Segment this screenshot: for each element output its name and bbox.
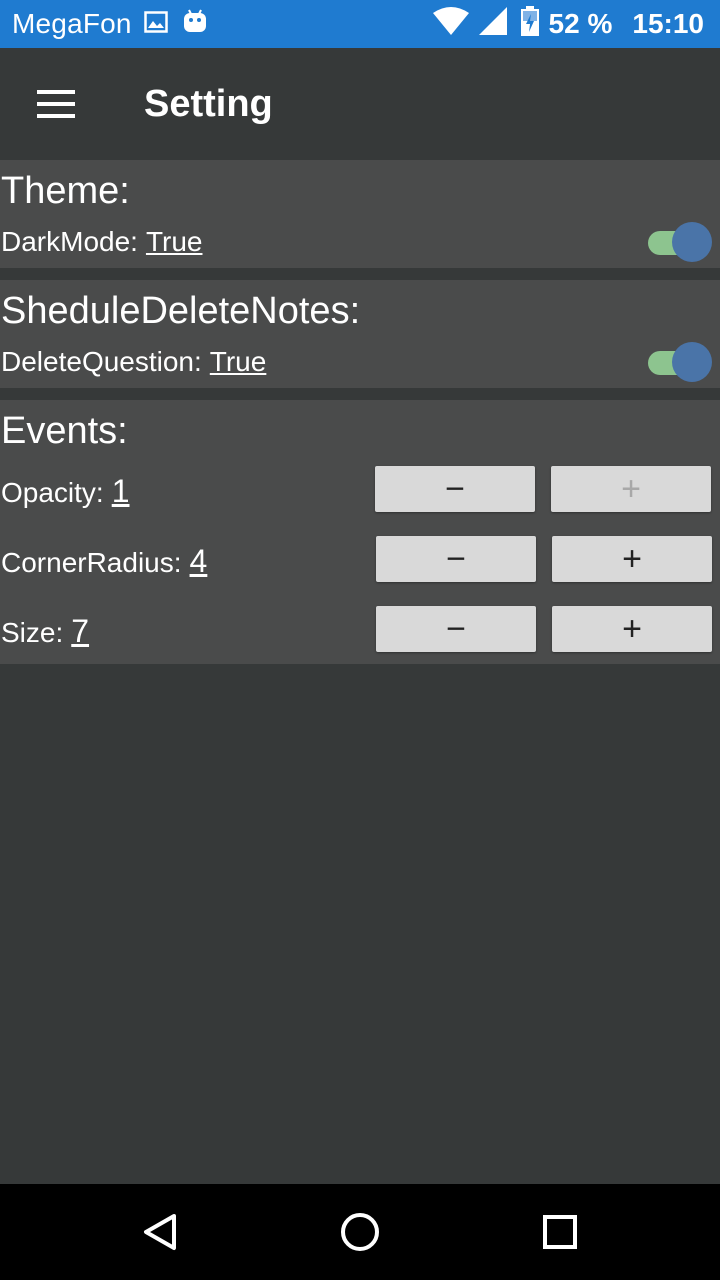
size-increase-button[interactable]: + [552, 606, 712, 652]
carrier-name: MegaFon [12, 8, 132, 39]
status-bar: MegaFon 52 % 15:10 [0, 0, 720, 48]
corner-radius-label: CornerRadius: [1, 547, 182, 578]
recents-square-icon[interactable] [536, 1208, 584, 1256]
opacity-value: 1 [111, 473, 130, 509]
delete-question-switch[interactable] [648, 342, 712, 382]
corner-radius-row: CornerRadius: 4 [1, 545, 207, 577]
wifi-icon [432, 6, 469, 42]
toolbar: Setting [0, 48, 720, 160]
size-row: Size: 7 [1, 615, 89, 647]
delete-question-label: DeleteQuestion: [1, 346, 202, 377]
theme-section: Theme: DarkMode: True [0, 160, 720, 268]
dark-mode-row: DarkMode: True [1, 228, 202, 256]
size-value: 7 [71, 613, 90, 649]
corner-radius-decrease-button[interactable]: − [376, 536, 536, 582]
signal-icon [478, 6, 507, 42]
corner-radius-value: 4 [189, 543, 208, 579]
corner-radius-increase-button[interactable]: + [552, 536, 712, 582]
theme-title: Theme: [1, 170, 130, 212]
schedule-delete-notes-section: SheduleDeleteNotes: DeleteQuestion: True [0, 280, 720, 388]
opacity-decrease-button[interactable]: − [375, 466, 535, 512]
size-decrease-button[interactable]: − [376, 606, 536, 652]
back-triangle-icon[interactable] [136, 1208, 184, 1256]
battery-percent: 52 % [548, 8, 613, 39]
size-label: Size: [1, 617, 64, 648]
dark-mode-value: True [145, 226, 203, 257]
opacity-increase-button[interactable]: + [551, 466, 711, 512]
hamburger-menu-icon[interactable] [37, 90, 75, 118]
schedule-delete-notes-title: SheduleDeleteNotes: [1, 290, 361, 332]
delete-question-value: True [209, 346, 267, 377]
page-title: Setting [144, 82, 273, 125]
dark-mode-switch[interactable] [648, 222, 712, 262]
events-section: Events: Opacity: 1 − + CornerRadius: 4 − +… [0, 400, 720, 664]
delete-question-row: DeleteQuestion: True [1, 348, 266, 376]
opacity-label: Opacity: [1, 477, 104, 508]
dark-mode-label: DarkMode: [1, 226, 138, 257]
events-title: Events: [1, 410, 128, 452]
navigation-bar [0, 1184, 720, 1280]
clock: 15:10 [632, 8, 704, 39]
image-icon [143, 8, 168, 40]
home-circle-icon[interactable] [336, 1208, 384, 1256]
android-icon [182, 8, 208, 41]
battery-charging-icon [520, 5, 539, 43]
opacity-row: Opacity: 1 [1, 475, 130, 507]
